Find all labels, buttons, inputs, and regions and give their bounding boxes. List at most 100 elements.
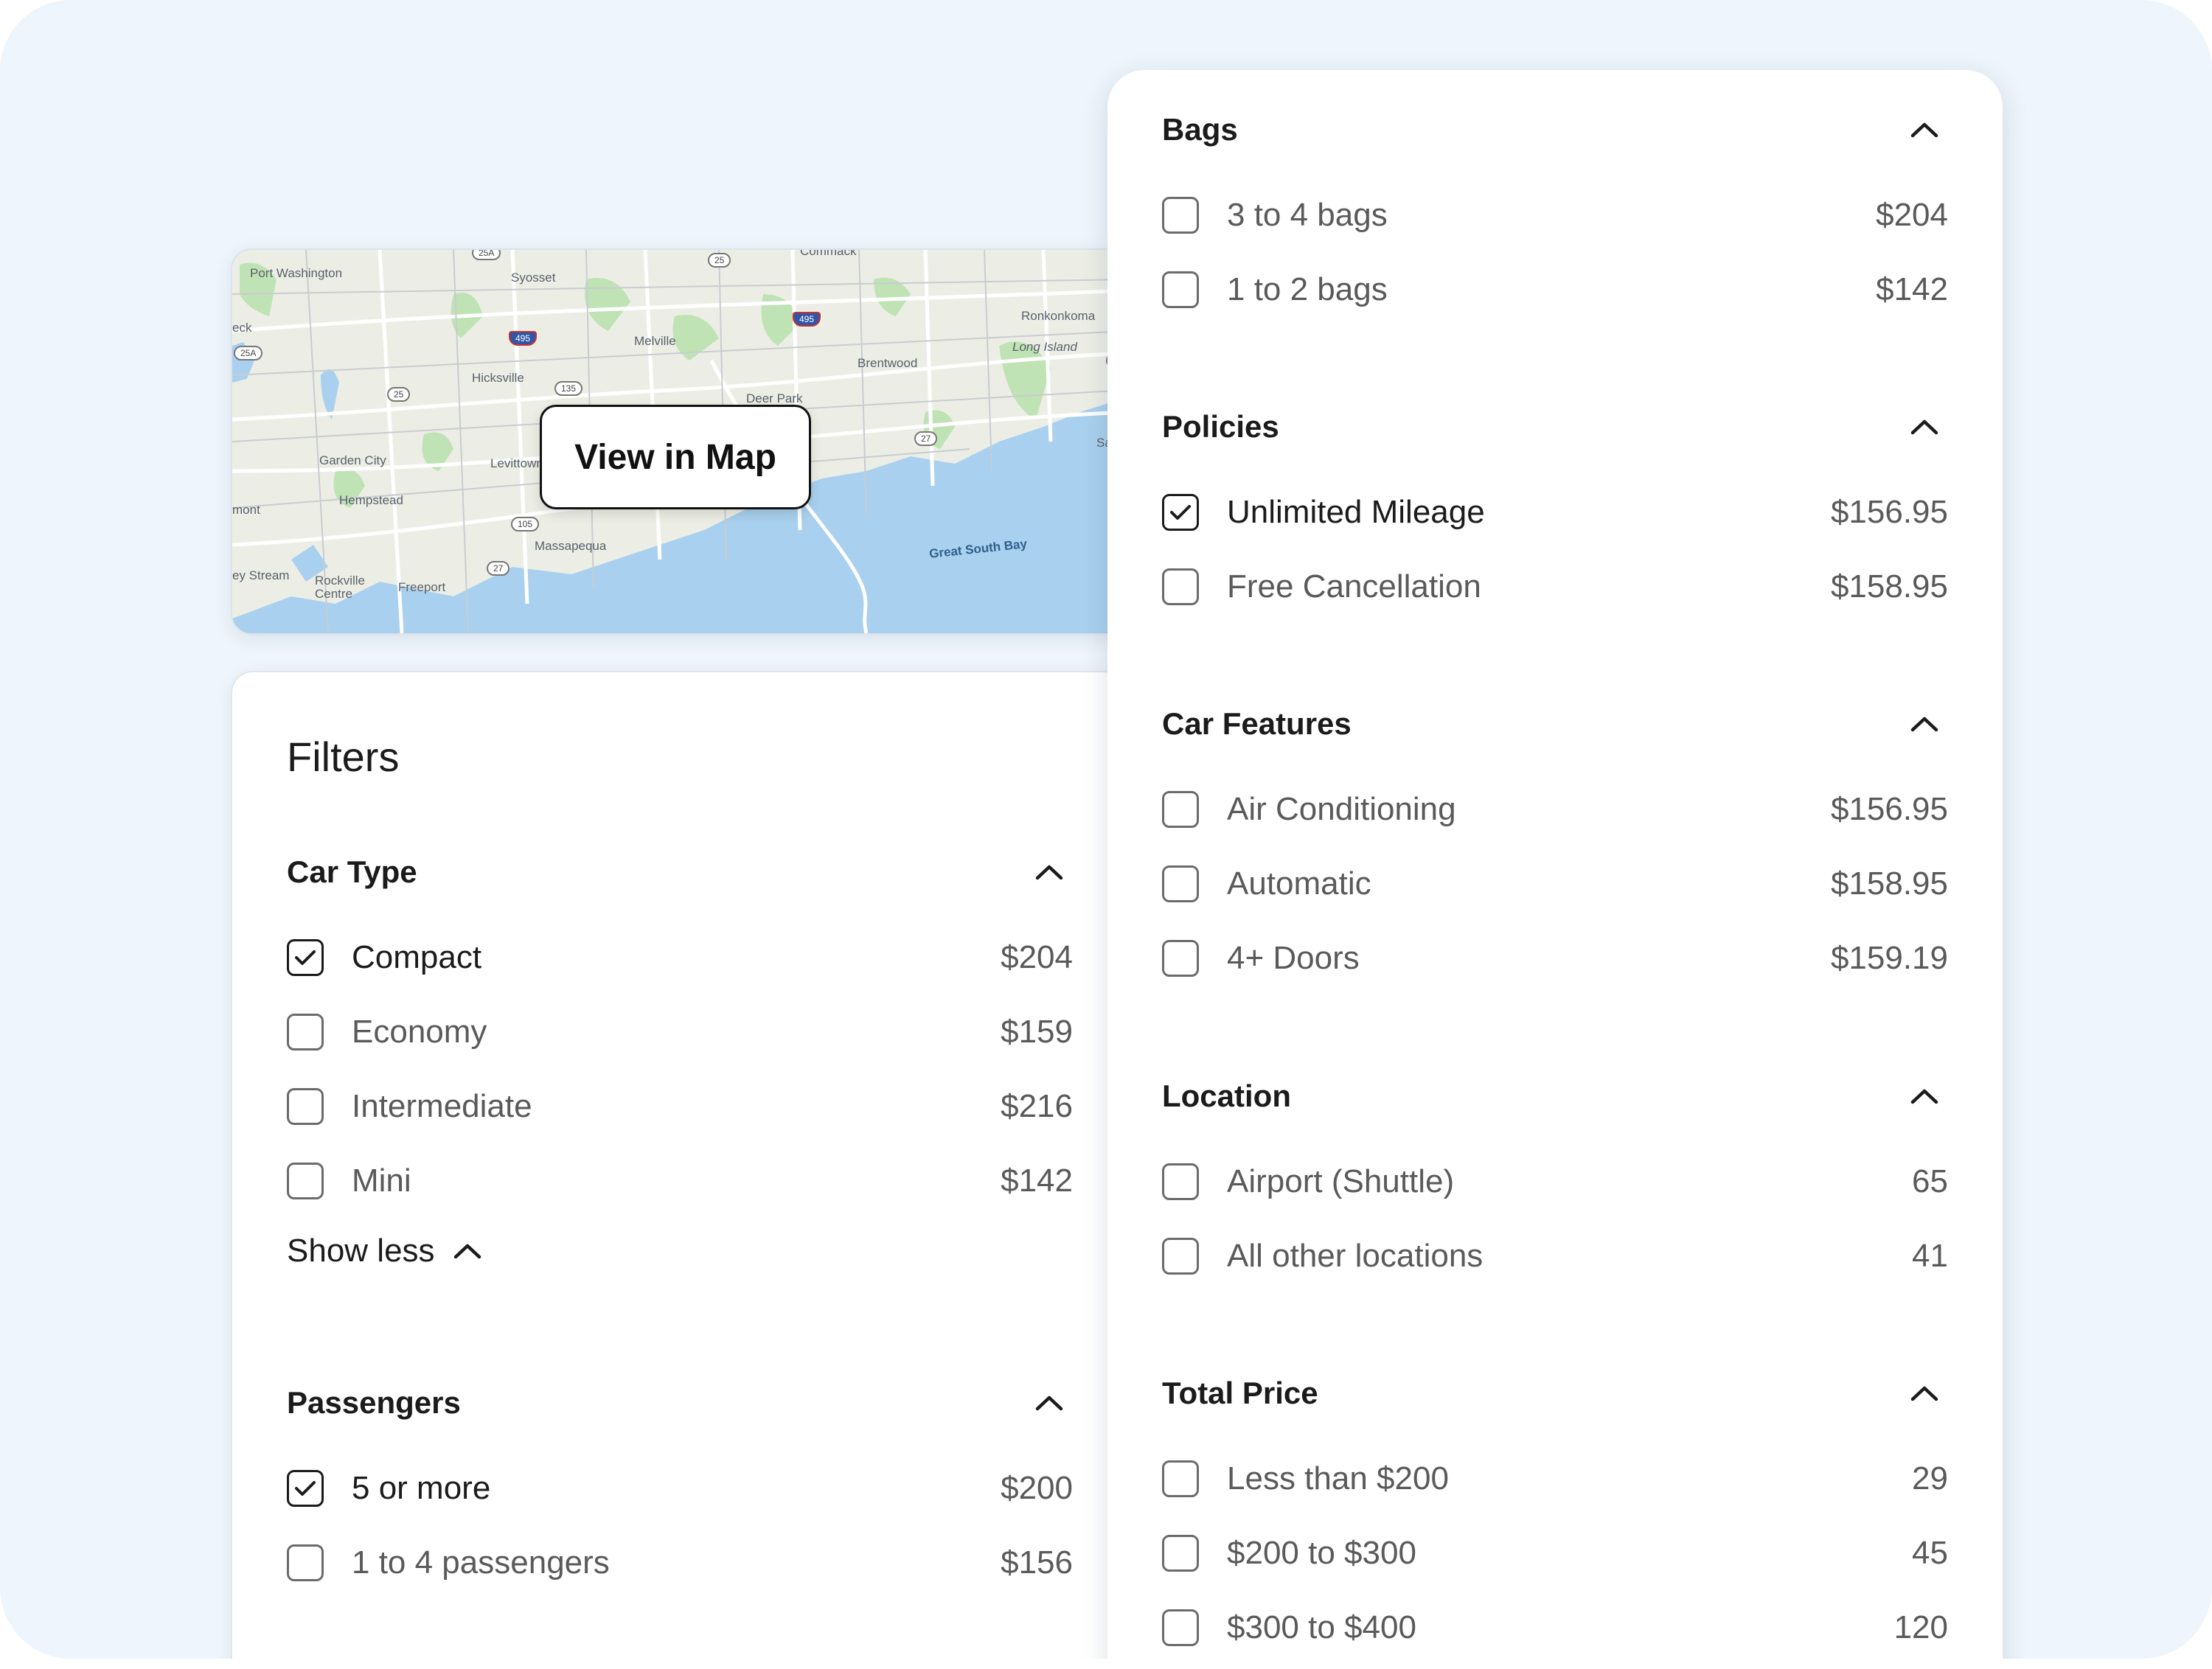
checkbox[interactable] [1162,790,1199,828]
chevron-up-icon[interactable] [1908,411,1941,443]
road-shield: 27 [487,561,510,576]
option-air-conditioning[interactable]: Air Conditioning $156.95 [1162,772,1948,846]
option-price: $142 [1876,271,1948,307]
policies-header[interactable]: Policies [1162,401,1948,453]
option-intermediate[interactable]: Intermediate $216 [287,1069,1073,1143]
map-place-label: Garden City [319,453,386,467]
map-place-label: Ronkonkoma [1021,309,1096,323]
chevron-up-icon[interactable] [1908,1377,1941,1410]
option-label: Mini [352,1162,411,1199]
checkbox[interactable] [287,1013,324,1050]
section-policies: Policies Unlimited Mileage $156.95 Free … [1162,401,1948,624]
chevron-up-icon[interactable] [1033,1387,1065,1419]
checkbox-checked[interactable] [287,938,324,976]
checkbox[interactable] [1162,865,1199,902]
option-label: $200 to $300 [1227,1534,1416,1571]
filters-title: Filters [287,734,400,780]
option-count: 65 [1912,1163,1948,1199]
road-shield: 105 [511,517,540,532]
road-shield: 25A [234,346,263,360]
map-place-label: Long Island [1012,340,1077,354]
map-preview[interactable]: Port Washington Syosset Commack Ronkonko… [231,248,1129,635]
total-price-title: Total Price [1162,1376,1318,1410]
option-free-cancellation[interactable]: Free Cancellation $158.95 [1162,549,1948,624]
car-type-options: Compact $204 Economy $159 Intermediate $… [287,920,1073,1218]
checkbox[interactable] [1162,939,1199,977]
checkbox[interactable] [287,1544,324,1581]
checkbox[interactable] [287,1162,324,1199]
map-place-label: Levittown [490,456,543,470]
filters-panel: Filters Car Type Compact $204 Economy $1… [231,671,1126,1659]
map-place-label: eck [232,321,252,335]
option-count: 29 [1912,1460,1948,1496]
checkbox[interactable] [1162,1237,1199,1275]
option-300-to-400[interactable]: $300 to $400 120 [1162,1590,1948,1659]
option-price: $158.95 [1830,568,1948,604]
chevron-up-icon[interactable] [1908,114,1941,146]
option-label: Intermediate [352,1087,532,1124]
option-less-than-200[interactable]: Less than $200 29 [1162,1441,1948,1516]
option-200-to-300[interactable]: $200 to $300 45 [1162,1516,1948,1590]
option-label: Unlimited Mileage [1227,493,1485,530]
option-price: $142 [1001,1162,1073,1199]
option-compact[interactable]: Compact $204 [287,920,1073,994]
option-label: 1 to 4 passengers [352,1544,610,1581]
option-price: $204 [1876,196,1948,233]
option-all-other-locations[interactable]: All other locations 41 [1162,1219,1948,1293]
car-features-header[interactable]: Car Features [1162,698,1948,750]
option-price: $159 [1001,1013,1073,1050]
checkbox[interactable] [287,1087,324,1125]
chevron-up-icon[interactable] [1908,708,1941,740]
checkbox-checked[interactable] [1162,493,1199,531]
option-label: $300 to $400 [1227,1609,1416,1645]
car-features-title: Car Features [1162,706,1352,741]
checkbox-checked[interactable] [287,1469,324,1507]
option-label: 4+ Doors [1227,939,1360,976]
map-place-label: Commack [800,248,857,258]
option-3-to-4-bags[interactable]: 3 to 4 bags $204 [1162,178,1948,252]
checkbox[interactable] [1162,271,1199,308]
chevron-up-icon[interactable] [1033,856,1065,888]
checkbox[interactable] [1162,1609,1199,1646]
option-4-plus-doors[interactable]: 4+ Doors $159.19 [1162,921,1948,995]
option-price: $156 [1001,1544,1073,1581]
total-price-header[interactable]: Total Price [1162,1367,1948,1419]
map-place-label: Hempstead [339,493,403,507]
option-unlimited-mileage[interactable]: Unlimited Mileage $156.95 [1162,475,1948,549]
checkbox[interactable] [1162,196,1199,234]
location-header[interactable]: Location [1162,1070,1948,1122]
interstate-shield: 495 [793,312,821,327]
chevron-up-icon[interactable] [1908,1080,1941,1112]
checkbox[interactable] [1162,568,1199,605]
map-place-label: Massapequa [535,539,607,553]
map-place-label: ey Stream [232,568,290,582]
section-car-features: Car Features Air Conditioning $156.95 Au… [1162,698,1948,995]
view-in-map-button[interactable]: View in Map [540,405,811,509]
option-label: All other locations [1227,1237,1484,1274]
location-title: Location [1162,1079,1291,1113]
option-airport-shuttle[interactable]: Airport (Shuttle) 65 [1162,1144,1948,1219]
road-shield: 25A [472,250,501,260]
bags-header[interactable]: Bags [1162,104,1948,156]
checkbox[interactable] [1162,1460,1199,1497]
checkbox[interactable] [1162,1534,1199,1572]
passengers-options: 5 or more $200 1 to 4 passengers $156 [287,1451,1073,1600]
car-type-header[interactable]: Car Type [287,846,1073,898]
option-5-or-more[interactable]: 5 or more $200 [287,1451,1073,1525]
option-label: Less than $200 [1227,1460,1449,1496]
option-price: $159.19 [1830,939,1948,976]
road-shield: 25 [387,387,411,402]
option-price: $204 [1001,938,1073,975]
option-mini[interactable]: Mini $142 [287,1143,1073,1218]
option-1-to-4-passengers[interactable]: 1 to 4 passengers $156 [287,1525,1073,1600]
option-automatic[interactable]: Automatic $158.95 [1162,846,1948,921]
passengers-header[interactable]: Passengers [287,1377,1073,1429]
show-less-button[interactable]: Show less [287,1233,484,1269]
road-shield: 25 [708,253,731,268]
checkbox[interactable] [1162,1163,1199,1200]
show-less-label: Show less [287,1233,435,1269]
location-options: Airport (Shuttle) 65 All other locations… [1162,1144,1948,1293]
road-shield: 27 [914,431,938,446]
option-1-to-2-bags[interactable]: 1 to 2 bags $142 [1162,252,1948,327]
option-economy[interactable]: Economy $159 [287,994,1073,1069]
